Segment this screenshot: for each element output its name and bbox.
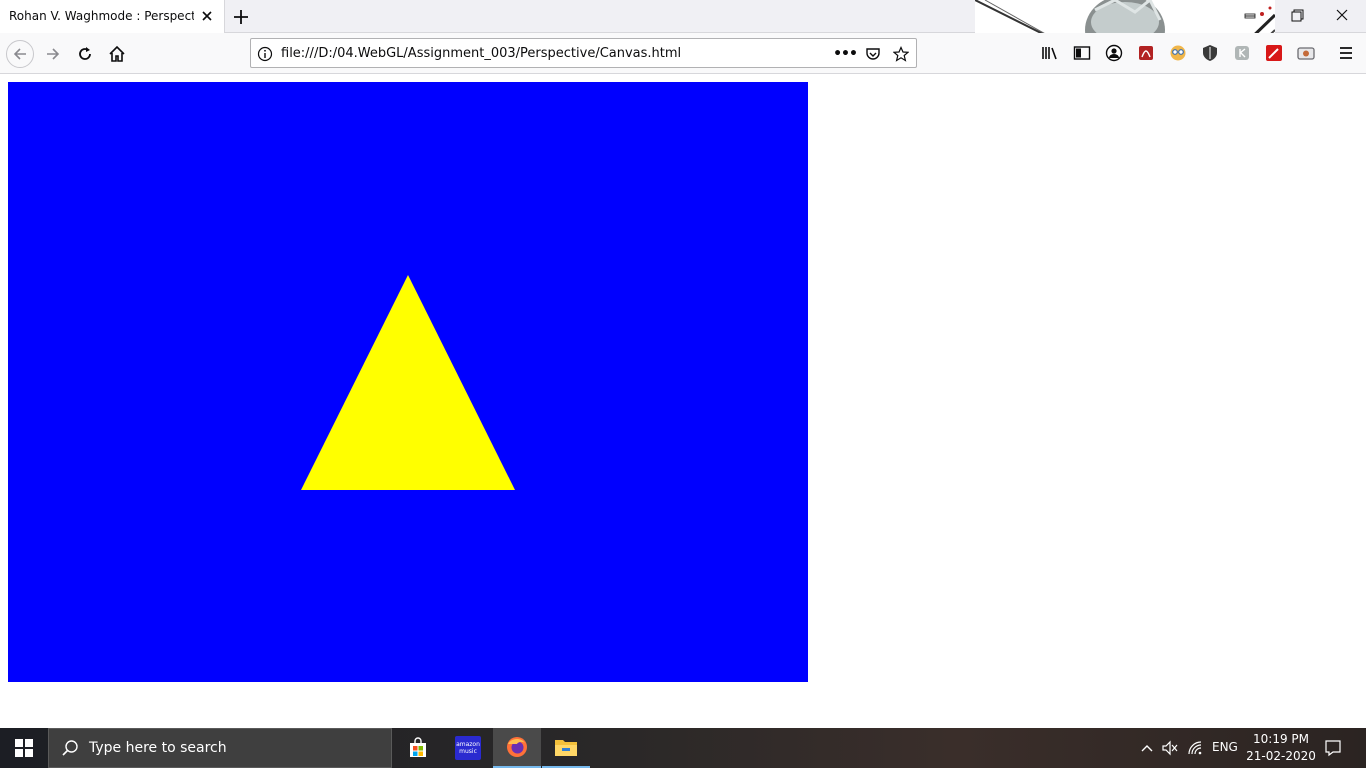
- minimize-button[interactable]: [1238, 6, 1262, 26]
- back-button[interactable]: [6, 40, 34, 68]
- bookmark-star-icon[interactable]: [892, 45, 910, 63]
- library-icon[interactable]: [1040, 43, 1060, 63]
- shield-icon[interactable]: [1200, 43, 1220, 63]
- navigation-toolbar: file:///D:/04.WebGL/Assignment_003/Persp…: [0, 33, 1366, 74]
- tab-strip: Rohan V. Waghmode : Perspective: [0, 0, 1366, 73]
- account-icon[interactable]: [1104, 43, 1124, 63]
- pocket-icon[interactable]: [864, 45, 882, 63]
- home-button[interactable]: [103, 40, 131, 68]
- microsoft-store-app[interactable]: [394, 728, 442, 768]
- restore-button[interactable]: [1284, 6, 1308, 26]
- address-bar[interactable]: file:///D:/04.WebGL/Assignment_003/Persp…: [250, 38, 917, 68]
- tab-active[interactable]: Rohan V. Waghmode : Perspective: [0, 0, 225, 33]
- file-explorer-app[interactable]: [542, 728, 590, 768]
- taskbar-search[interactable]: Type here to search: [48, 728, 392, 768]
- yellow-triangle: [301, 275, 515, 490]
- windows-logo-icon: [15, 739, 33, 757]
- clock-date: 21-02-2020: [1246, 749, 1316, 763]
- page-actions-more-icon[interactable]: •••: [833, 45, 858, 63]
- firefox-icon: [507, 737, 527, 757]
- amazon-music-logo-line1: amazon: [456, 741, 480, 748]
- forward-button[interactable]: [39, 40, 67, 68]
- url-text[interactable]: file:///D:/04.WebGL/Assignment_003/Persp…: [281, 46, 681, 61]
- firefox-app[interactable]: [493, 728, 541, 768]
- start-button[interactable]: [0, 728, 48, 768]
- taskbar: Type here to search amazon music ENG 10:…: [0, 728, 1366, 768]
- extension-face-icon[interactable]: [1168, 43, 1188, 63]
- wifi-icon[interactable]: [1186, 738, 1206, 758]
- language-indicator[interactable]: ENG: [1212, 740, 1238, 754]
- canvas-drawing: [301, 275, 515, 490]
- tab-title: Rohan V. Waghmode : Perspective: [9, 9, 194, 23]
- amazon-music-app[interactable]: amazon music: [444, 728, 492, 768]
- extension-icon[interactable]: [1232, 43, 1252, 63]
- store-bag-icon: [410, 737, 426, 757]
- sidebar-icon[interactable]: [1072, 43, 1092, 63]
- info-icon[interactable]: [256, 45, 274, 63]
- pdf-extension-icon[interactable]: [1136, 43, 1156, 63]
- system-clock[interactable]: 10:19 PM 21-02-2020: [1242, 731, 1320, 765]
- tab-close-icon[interactable]: [198, 7, 216, 25]
- search-placeholder: Type here to search: [89, 740, 227, 756]
- new-tab-button[interactable]: [230, 6, 252, 28]
- reload-button[interactable]: [71, 40, 99, 68]
- window-close-button[interactable]: [1330, 6, 1354, 26]
- show-hidden-icons-chevron-icon[interactable]: [1137, 738, 1157, 758]
- color-picker-icon[interactable]: [1264, 43, 1284, 63]
- menu-hamburger-icon[interactable]: [1336, 43, 1356, 63]
- amazon-music-icon: amazon music: [455, 736, 481, 760]
- webgl-canvas: [8, 82, 808, 682]
- screenshot-icon[interactable]: [1296, 43, 1316, 63]
- action-center-notification-icon[interactable]: [1323, 738, 1343, 758]
- page-content: [0, 74, 1366, 728]
- amazon-music-logo-line2: music: [459, 748, 477, 755]
- search-icon: [61, 739, 79, 761]
- clock-time: 10:19 PM: [1253, 732, 1309, 746]
- volume-muted-icon[interactable]: [1160, 738, 1180, 758]
- folder-icon: [555, 740, 577, 756]
